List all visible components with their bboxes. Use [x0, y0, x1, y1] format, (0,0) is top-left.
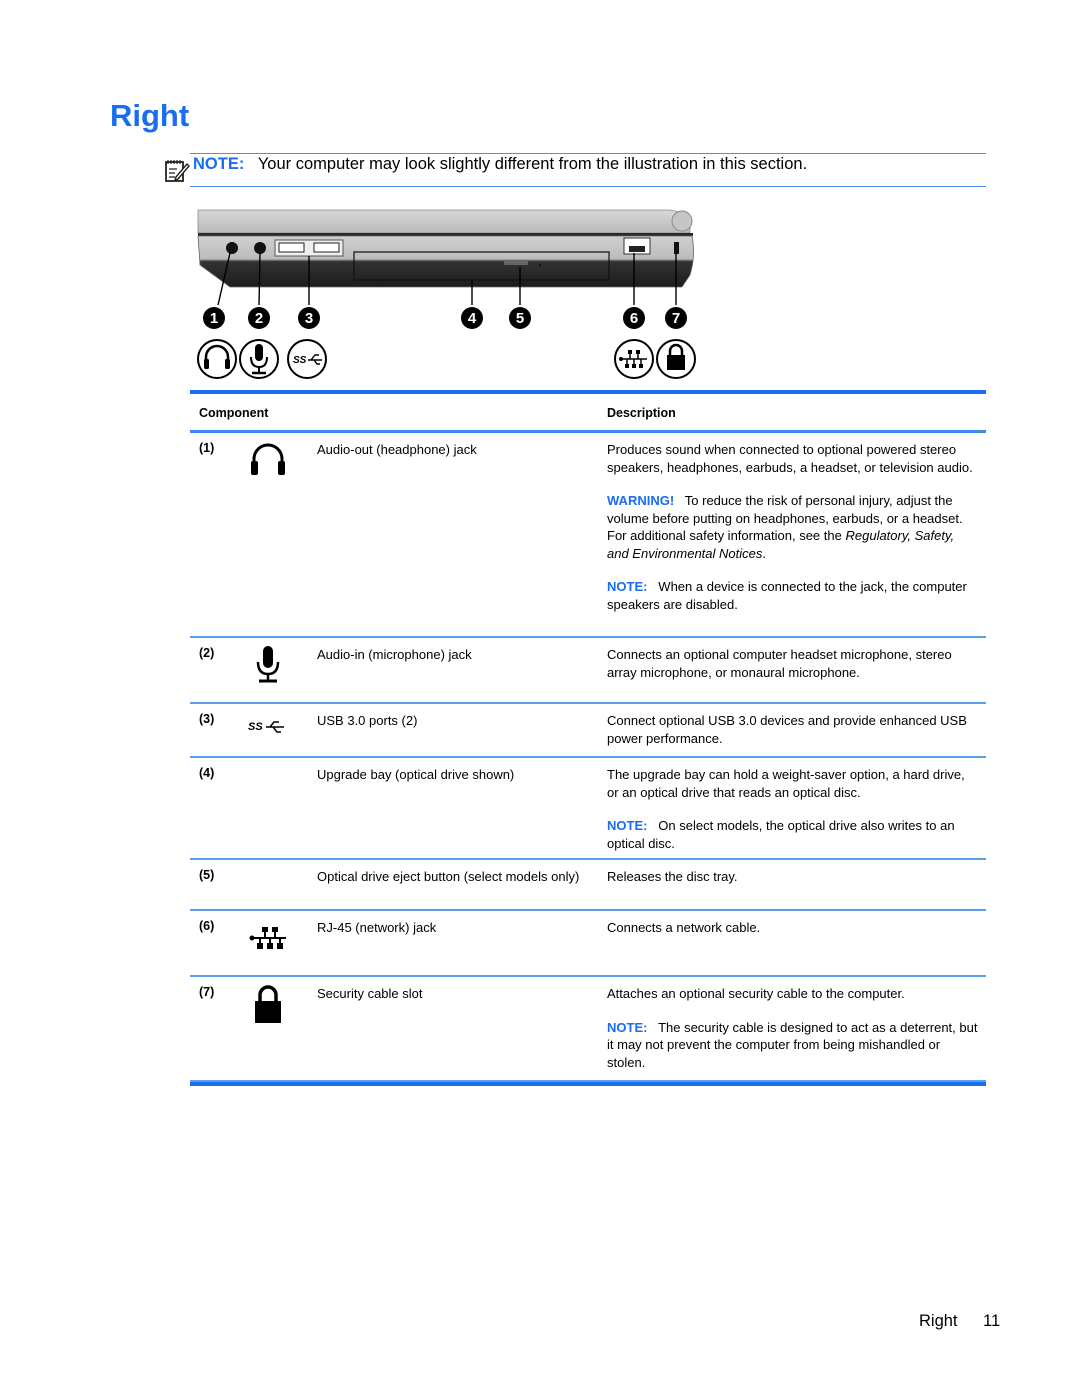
- note-text: When a device is connected to the jack, …: [607, 579, 967, 612]
- row-number: (6): [199, 919, 215, 933]
- table-row: (2) Audio-in (microphone) jack Connects …: [190, 638, 986, 704]
- laptop-body: [197, 209, 694, 288]
- svg-text:SS: SS: [293, 355, 307, 366]
- network-icon: [614, 339, 654, 379]
- note-block: NOTE: On select models, the optical driv…: [607, 817, 979, 852]
- table-row: (3) SS USB 3.0 ports (2) Connect optiona…: [190, 704, 986, 758]
- table-row: (4) Upgrade bay (optical drive shown) Th…: [190, 758, 986, 860]
- component-description: The upgrade bay can hold a weight-saver …: [607, 766, 979, 852]
- row-number: (5): [199, 868, 215, 882]
- note-text: On select models, the optical drive also…: [607, 818, 955, 851]
- component-name: USB 3.0 ports (2): [317, 713, 418, 728]
- callout-1-label: 1: [210, 310, 218, 327]
- footer-page-number: 11: [983, 1312, 1001, 1330]
- row-number: (4): [199, 766, 215, 780]
- components-table: Component Description (1) Audio-out (hea…: [190, 390, 986, 1086]
- footer-section-name: Right: [919, 1312, 958, 1330]
- note-label: NOTE:: [607, 818, 648, 833]
- usb-superspeed-icon: SS: [287, 339, 327, 379]
- svg-text:SS: SS: [248, 721, 263, 733]
- note-pencil-icon: [165, 160, 190, 182]
- description-text: The upgrade bay can hold a weight-saver …: [607, 767, 965, 800]
- component-description: Connects an optional computer headset mi…: [607, 646, 979, 681]
- component-name: Audio-in (microphone) jack: [317, 647, 472, 662]
- network-icon: [249, 927, 286, 949]
- note-label: NOTE:: [607, 1019, 648, 1035]
- component-name: Optical drive eject button (select model…: [317, 869, 580, 884]
- description-text: Connects an optional computer headset mi…: [607, 647, 952, 680]
- callout-2-label: 2: [255, 310, 263, 327]
- row-number: (7): [199, 985, 215, 999]
- note-text: NOTE: Your computer may look slightly di…: [193, 154, 807, 174]
- callout-3-label: 3: [305, 310, 313, 327]
- table-row: (5) Optical drive eject button (select m…: [190, 860, 986, 911]
- microphone-icon: [239, 339, 279, 379]
- component-description: Connects a network cable.: [607, 919, 979, 937]
- component-description: Releases the disc tray.: [607, 868, 979, 886]
- warning-end: .: [762, 545, 766, 561]
- description-text: Connect optional USB 3.0 devices and pro…: [607, 713, 967, 746]
- description-text: Attaches an optional security cable to t…: [607, 986, 905, 1001]
- note-label: NOTE:: [193, 155, 245, 173]
- usb-superspeed-icon: SS: [248, 721, 284, 733]
- callout-4-label: 4: [468, 310, 477, 327]
- table-bottom-rule: [190, 1082, 986, 1086]
- note-block: NOTE: When a device is connected to the …: [607, 578, 979, 613]
- description-text: Releases the disc tray.: [607, 869, 738, 884]
- microphone-icon: [256, 646, 280, 683]
- note-text: The security cable is designed to act as…: [607, 1019, 978, 1070]
- component-description: Produces sound when connected to optiona…: [607, 441, 979, 613]
- component-name: Audio-out (headphone) jack: [317, 442, 477, 457]
- note-body: Your computer may look slightly differen…: [257, 155, 808, 173]
- row-number: (1): [199, 441, 215, 455]
- table-row: (7) Security cable slot Attaches an opti…: [190, 977, 986, 1082]
- description-text: Connects a network cable.: [607, 920, 761, 935]
- component-name: RJ-45 (network) jack: [317, 920, 437, 935]
- page-title: Right: [110, 98, 190, 133]
- header-component: Component: [199, 406, 269, 420]
- header-description: Description: [607, 406, 676, 420]
- headphone-icon: [251, 443, 285, 475]
- row-number: (3): [199, 712, 215, 726]
- headphone-icon: [197, 339, 237, 379]
- laptop-right-side-illustration: 1 2 3 4 5 6 7 SS: [197, 209, 696, 379]
- component-description: Connect optional USB 3.0 devices and pro…: [607, 712, 979, 747]
- warning-block: WARNING! To reduce the risk of personal …: [607, 492, 979, 562]
- warning-label: WARNING!: [607, 493, 675, 508]
- description-text: Produces sound when connected to optiona…: [607, 442, 973, 475]
- note-block: NOTE: The security cable is designed to …: [607, 1019, 979, 1072]
- row-number: (2): [199, 646, 215, 660]
- component-name: Security cable slot: [317, 986, 423, 1001]
- callout-numbers: 1 2 3 4 5 6 7: [203, 307, 687, 329]
- note-label: NOTE:: [607, 579, 648, 594]
- lock-icon: [255, 985, 281, 1023]
- callout-7-label: 7: [672, 310, 680, 327]
- callout-6-label: 6: [630, 310, 638, 327]
- callout-5-label: 5: [516, 310, 524, 327]
- table-row: (6) RJ-45 (network) jack Connects a netw…: [190, 911, 986, 977]
- table-row: (1) Audio-out (headphone) jack Produces …: [190, 433, 986, 638]
- lock-icon: [656, 339, 696, 379]
- table-header: Component Description: [190, 394, 986, 433]
- component-description: Attaches an optional security cable to t…: [607, 985, 979, 1071]
- component-name: Upgrade bay (optical drive shown): [317, 767, 515, 782]
